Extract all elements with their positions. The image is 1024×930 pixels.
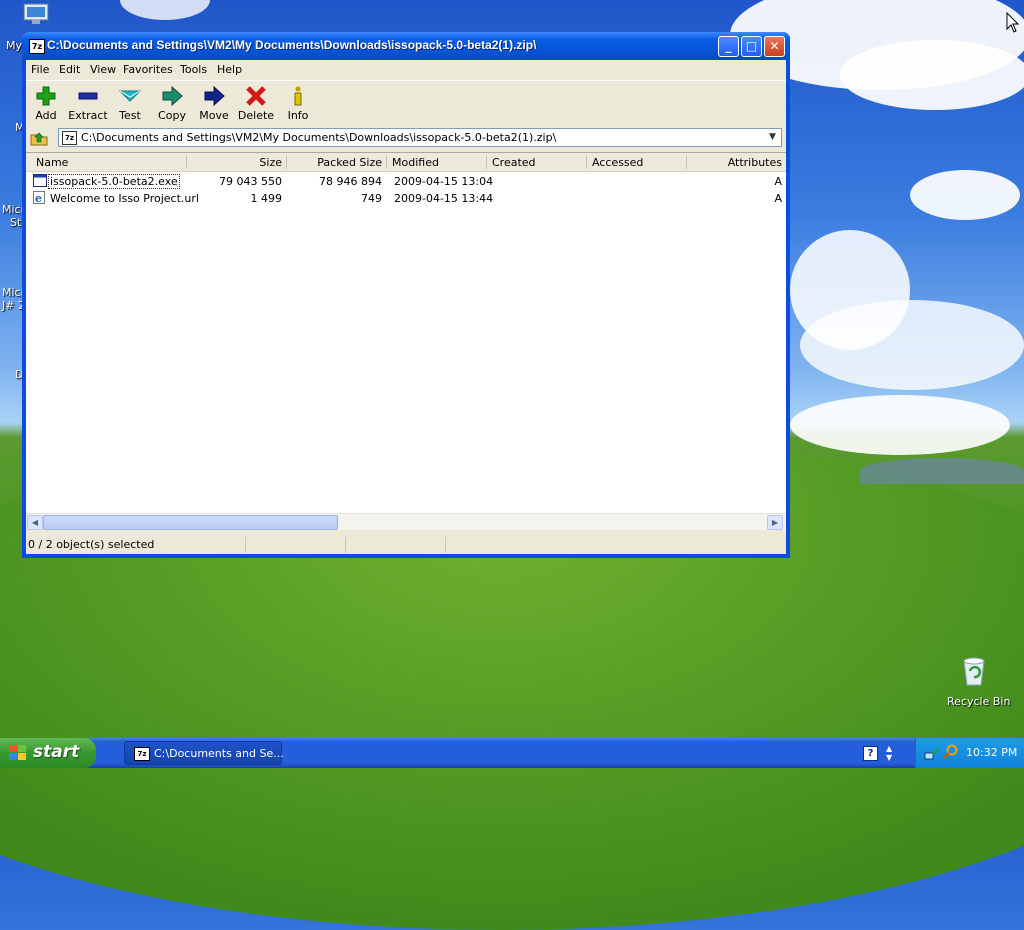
extract-icon: [68, 85, 108, 109]
horizontal-scrollbar[interactable]: ◀ ▶: [26, 513, 786, 530]
file-packed-size: 749: [361, 192, 382, 205]
extract-button[interactable]: Extract: [68, 83, 108, 123]
up-folder-button[interactable]: [30, 130, 48, 146]
info-button[interactable]: Info: [278, 83, 318, 123]
file-size: 79 043 550: [219, 175, 282, 188]
column-header-accessed[interactable]: Accessed: [592, 156, 643, 169]
minimize-button[interactable]: _: [718, 36, 739, 57]
taskbar-window-button[interactable]: 7z C:\Documents and Se...: [124, 741, 284, 765]
menu-file[interactable]: File: [31, 63, 49, 76]
maximize-button[interactable]: □: [741, 36, 762, 57]
tray-expand-icon[interactable]: ▲ ▼: [886, 744, 892, 762]
svg-text:e: e: [35, 192, 42, 204]
move-label: Move: [199, 109, 229, 122]
toolbar: Add Extract Test Copy Move Delete Info: [26, 81, 786, 125]
file-manager-window[interactable]: 7z C:\Documents and Settings\VM2\My Docu…: [22, 32, 790, 558]
add-button[interactable]: Add: [26, 83, 66, 123]
menu-bar: File Edit View Favorites Tools Help: [26, 60, 786, 81]
scroll-right-icon[interactable]: ▶: [767, 515, 783, 530]
file-packed-size: 78 946 894: [319, 175, 382, 188]
test-button[interactable]: Test: [110, 83, 150, 123]
exe-file-icon: [33, 174, 47, 187]
info-label: Info: [287, 109, 309, 122]
close-button[interactable]: ✕: [764, 36, 785, 57]
move-icon: [194, 85, 234, 109]
copy-label: Copy: [158, 109, 186, 122]
column-header-name[interactable]: Name: [36, 156, 68, 169]
menu-help[interactable]: Help: [217, 63, 242, 76]
status-pane: [346, 537, 446, 553]
taskbar: start 7z C:\Documents and Se... ? ▲ ▼ 10:…: [0, 738, 1024, 768]
column-header-attributes[interactable]: Attributes: [686, 156, 782, 169]
address-bar: 7z C:\Documents and Settings\VM2\My Docu…: [26, 126, 786, 150]
menu-edit[interactable]: Edit: [59, 63, 80, 76]
help-icon[interactable]: ?: [863, 746, 878, 761]
address-value[interactable]: C:\Documents and Settings\VM2\My Documen…: [81, 131, 556, 144]
recycle-bin-label[interactable]: Recycle Bin: [947, 695, 1010, 708]
menu-tools[interactable]: Tools: [180, 63, 207, 76]
window-title-bar[interactable]: 7z C:\Documents and Settings\VM2\My Docu…: [22, 32, 790, 60]
taskbar-window-label: C:\Documents and Se...: [154, 747, 284, 760]
column-header-size[interactable]: Size: [186, 156, 282, 169]
column-header-modified[interactable]: Modified: [392, 156, 439, 169]
app-icon: 7z: [134, 747, 150, 761]
delete-label: Delete: [237, 109, 275, 122]
start-button[interactable]: start: [0, 738, 96, 768]
window-client-area: File Edit View Favorites Tools Help Add …: [26, 60, 786, 554]
test-label: Test: [119, 109, 141, 122]
search-icon[interactable]: [943, 744, 959, 760]
up-folder-icon: [30, 132, 48, 146]
column-divider[interactable]: [386, 155, 387, 169]
desktop-icon-label[interactable]: My: [6, 39, 22, 52]
add-icon: [26, 85, 66, 109]
test-icon: [110, 85, 150, 109]
status-bar: 0 / 2 object(s) selected: [26, 536, 786, 554]
system-tray: 10:32 PM: [915, 738, 1024, 768]
column-header-created[interactable]: Created: [492, 156, 536, 169]
list-header: Name Size Packed Size Modified Created A…: [26, 153, 786, 172]
clock: 10:32 PM: [966, 746, 1018, 759]
file-name[interactable]: issopack-5.0-beta2.exe: [48, 174, 180, 189]
file-size: 1 499: [250, 192, 283, 205]
column-divider[interactable]: [586, 155, 587, 169]
table-row[interactable]: issopack-5.0-beta2.exe 79 043 550 78 946…: [26, 173, 786, 190]
window-title: C:\Documents and Settings\VM2\My Documen…: [47, 38, 537, 52]
delete-button[interactable]: Delete: [236, 83, 276, 123]
my-computer-icon[interactable]: [22, 2, 52, 26]
windows-logo-icon: [9, 745, 26, 761]
recycle-bin-icon[interactable]: [958, 655, 990, 687]
start-label: start: [33, 742, 80, 762]
extract-label: Extract: [68, 109, 108, 122]
desktop-icon-label[interactable]: St: [10, 216, 21, 229]
menu-view[interactable]: View: [90, 63, 116, 76]
scroll-left-icon[interactable]: ◀: [27, 515, 43, 530]
add-label: Add: [35, 109, 57, 122]
file-modified: 2009-04-15 13:04: [394, 175, 494, 188]
archive-icon: 7z: [62, 131, 77, 145]
file-attributes: A: [774, 175, 782, 188]
table-row[interactable]: e Welcome to Isso Project.url 1 499 749 …: [26, 190, 786, 207]
network-icon[interactable]: [924, 745, 940, 761]
column-header-packed-size[interactable]: Packed Size: [286, 156, 382, 169]
app-icon[interactable]: 7z: [29, 39, 45, 54]
status-pane: [246, 537, 346, 553]
file-modified: 2009-04-15 13:44: [394, 192, 494, 205]
file-attributes: A: [774, 192, 782, 205]
column-divider[interactable]: [486, 155, 487, 169]
menu-favorites[interactable]: Favorites: [123, 63, 173, 76]
delete-icon: [236, 85, 276, 109]
copy-button[interactable]: Copy: [152, 83, 192, 123]
file-list[interactable]: Name Size Packed Size Modified Created A…: [26, 152, 786, 530]
file-name[interactable]: Welcome to Isso Project.url: [50, 192, 199, 205]
status-pane: [26, 537, 246, 553]
address-combobox[interactable]: 7z C:\Documents and Settings\VM2\My Docu…: [58, 128, 782, 147]
mouse-cursor-icon: [1006, 11, 1020, 34]
copy-icon: [152, 85, 192, 109]
scroll-thumb[interactable]: [43, 515, 338, 530]
chevron-down-icon[interactable]: ▼: [765, 130, 780, 145]
info-icon: [278, 85, 318, 109]
move-button[interactable]: Move: [194, 83, 234, 123]
url-file-icon: e: [33, 191, 47, 205]
